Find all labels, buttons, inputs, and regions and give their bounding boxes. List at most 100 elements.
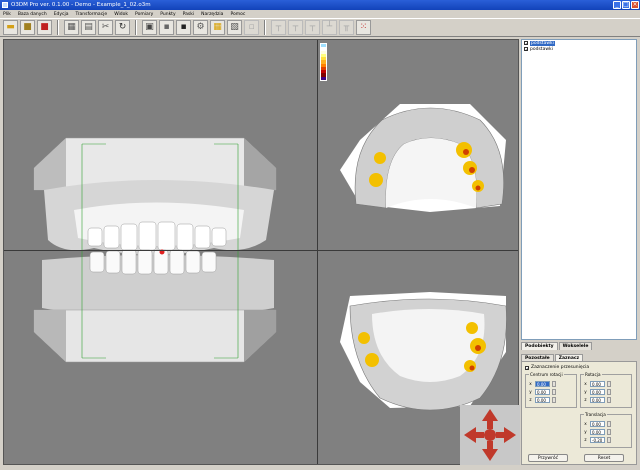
rotation-group: Rotacja x 0.00 y 0.00 z 0.00 <box>580 372 632 408</box>
tab-podobiekty[interactable]: Podobiekty <box>521 342 558 350</box>
measure-icon[interactable]: ▤ <box>81 20 96 35</box>
save-red-icon[interactable]: ■ <box>37 20 52 35</box>
tree-item-checkbox[interactable]: ✓ <box>524 41 528 46</box>
right-panel: ✓ podstawki ✓ podstawki Podobiekty Wokse… <box>521 39 637 465</box>
menu-paski[interactable]: Paski <box>183 12 194 17</box>
app-icon <box>2 2 8 8</box>
title-bar: O3DM Pro ver. 0.1.00 - Demo - Example_1_… <box>0 0 640 10</box>
translation-y-input[interactable]: 0.00 <box>590 428 605 435</box>
axis-label: z <box>584 397 587 402</box>
translation-x-spinner[interactable] <box>607 420 611 427</box>
tree-item-label: podstawki <box>530 40 555 46</box>
color-scale-swatch <box>321 76 326 80</box>
center-y-input[interactable]: 0.00 <box>535 388 550 395</box>
center-group-label: Centrum rotacji <box>529 372 564 377</box>
viewport-divider-horizontal <box>4 250 518 251</box>
3d-viewport[interactable] <box>3 39 520 465</box>
maximize-button[interactable]: □ <box>622 1 630 9</box>
menu-plik[interactable]: Plik <box>3 12 11 17</box>
layout-grid-icon[interactable]: ▦ <box>64 20 79 35</box>
rotation-y-input[interactable]: 0.00 <box>590 388 605 395</box>
toolbar: ▬ ■ ■ ▦ ▤ ✂ ↻ ▣ ▪ ▪ ⚙ ▦ ▧ ▫ ┬ ┬ ┬ ┴ ╥ ⁙ <box>0 18 640 37</box>
translation-y-spinner[interactable] <box>607 428 611 435</box>
toolbar-separator <box>57 20 59 35</box>
disk-icon[interactable]: ▪ <box>159 20 174 35</box>
tree-item-checkbox[interactable]: ✓ <box>524 47 528 52</box>
tree-item[interactable]: ✓ podstawki <box>522 46 636 52</box>
menu-pomiary[interactable]: Pomiary <box>135 12 153 17</box>
menu-narzedzia[interactable]: Narzędzia <box>201 12 223 17</box>
object-tree[interactable]: ✓ podstawki ✓ podstawki <box>521 39 637 340</box>
translation-y-row: y 0.00 <box>583 428 629 435</box>
main-tabs: Podobiekty Wokselele <box>521 342 593 350</box>
pin5-icon[interactable]: ╥ <box>339 20 354 35</box>
rotation-group-label: Rotacja <box>584 372 602 377</box>
shift-checkbox-label: Zaznaczenie przesunięcia <box>531 365 590 370</box>
axis-label: y <box>584 389 587 394</box>
navigation-pad[interactable] <box>460 405 520 465</box>
menu-punkty[interactable]: Punkty <box>160 12 175 17</box>
tool-icon[interactable]: ▫ <box>244 20 259 35</box>
translation-x-input[interactable]: 0.00 <box>590 420 605 427</box>
center-x-spinner[interactable] <box>552 380 556 387</box>
center-x-input[interactable]: 0.00 <box>535 380 550 387</box>
rotation-x-input[interactable]: 0.00 <box>590 380 605 387</box>
rotation-z-spinner[interactable] <box>607 396 611 403</box>
menu-transformacje[interactable]: Transformacje <box>76 12 108 17</box>
window-title: O3DM Pro ver. 0.1.00 - Demo - Example_1_… <box>11 2 151 8</box>
center-z-input[interactable]: 0.00 <box>535 396 550 403</box>
grid-yellow-icon[interactable]: ▦ <box>210 20 225 35</box>
cube-frame-icon[interactable]: ▣ <box>142 20 157 35</box>
reset-button[interactable]: Reset <box>584 454 624 462</box>
pin4-icon[interactable]: ┴ <box>322 20 337 35</box>
toolbar-separator <box>264 20 266 35</box>
scissors-icon[interactable]: ✂ <box>98 20 113 35</box>
open-folder-icon[interactable]: ▬ <box>3 20 18 35</box>
viewport-divider-vertical <box>317 40 318 464</box>
center-group: Centrum rotacji x 0.00 y 0.00 z 0.00 <box>525 372 577 408</box>
dice-icon[interactable]: ⁙ <box>356 20 371 35</box>
rotation-y-spinner[interactable] <box>607 388 611 395</box>
settings-icon[interactable]: ⚙ <box>193 20 208 35</box>
minimize-button[interactable]: _ <box>613 1 621 9</box>
center-z-row: z 0.00 <box>528 396 574 403</box>
rotation-y-row: y 0.00 <box>583 388 629 395</box>
close-button[interactable]: × <box>631 1 639 9</box>
select-icon[interactable]: ▧ <box>227 20 242 35</box>
tab-wokselele[interactable]: Wokselele <box>558 342 593 350</box>
shift-checkbox[interactable]: ✓ <box>525 365 529 370</box>
apply-button[interactable]: Przywróć <box>528 454 568 462</box>
disk-dark-icon[interactable]: ▪ <box>176 20 191 35</box>
menu-baza-danych[interactable]: Baza danych <box>18 12 47 17</box>
toolbar-separator <box>135 20 137 35</box>
nav-arrows-icon[interactable] <box>460 405 520 465</box>
save-icon[interactable]: ■ <box>20 20 35 35</box>
upper-occlusal-view[interactable] <box>320 40 520 240</box>
pin2-icon[interactable]: ┬ <box>288 20 303 35</box>
rotation-x-spinner[interactable] <box>607 380 611 387</box>
translation-z-row: z -0.20 <box>583 436 629 443</box>
tree-item-label: podstawki <box>530 46 553 52</box>
window-controls: _ □ × <box>613 1 639 9</box>
axis-label: z <box>529 397 532 402</box>
rotation-z-input[interactable]: 0.00 <box>590 396 605 403</box>
center-y-spinner[interactable] <box>552 388 556 395</box>
pin3-icon[interactable]: ┬ <box>305 20 320 35</box>
translation-group-label: Translacja <box>584 412 607 417</box>
center-z-spinner[interactable] <box>552 396 556 403</box>
axis-label: y <box>529 389 532 394</box>
rotate-icon[interactable]: ↻ <box>115 20 130 35</box>
menu-edycja[interactable]: Edycja <box>54 12 69 17</box>
axis-label: x <box>584 421 587 426</box>
translation-z-spinner[interactable] <box>607 436 611 443</box>
properties-panel: ✓ Zaznaczenie przesunięcia Centrum rotac… <box>521 361 637 465</box>
translation-z-input[interactable]: -0.20 <box>590 436 605 443</box>
center-x-row: x 0.00 <box>528 380 574 387</box>
axis-label: x <box>584 381 587 386</box>
menu-pomoc[interactable]: Pomoc <box>230 12 245 17</box>
axis-label: y <box>584 429 587 434</box>
center-y-row: y 0.00 <box>528 388 574 395</box>
shift-checkbox-row[interactable]: ✓ Zaznaczenie przesunięcia <box>525 365 633 370</box>
pin1-icon[interactable]: ┬ <box>271 20 286 35</box>
menu-widok[interactable]: Widok <box>114 12 128 17</box>
